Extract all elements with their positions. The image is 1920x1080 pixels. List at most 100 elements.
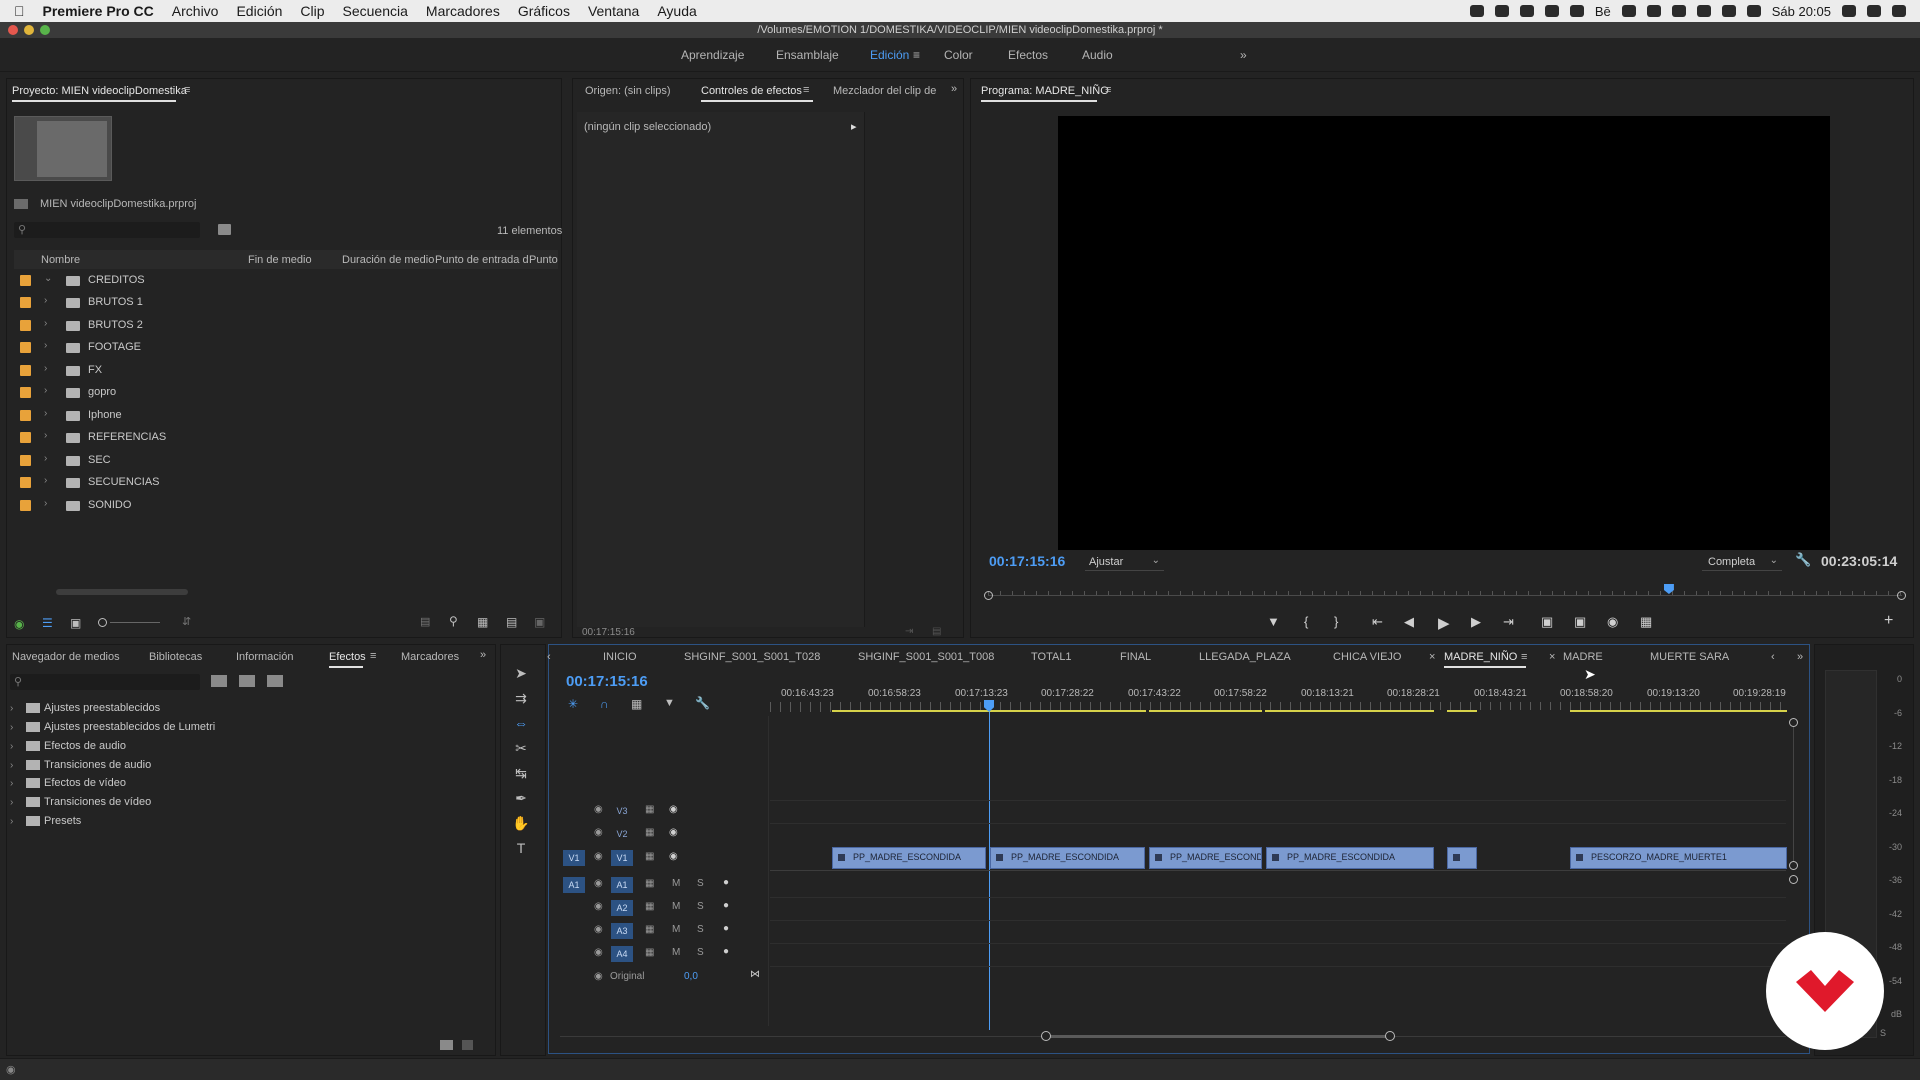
track-a1[interactable]: A1	[611, 877, 633, 893]
chevron-right-icon[interactable]: ›	[44, 295, 47, 306]
zoom-handle-right[interactable]	[1385, 1031, 1395, 1041]
sequence-menu-icon[interactable]: ≡	[1521, 651, 1527, 663]
effects-search-input[interactable]: ⚲	[10, 674, 200, 690]
vscroll-handle[interactable]	[1789, 875, 1798, 884]
sync-lock-icon[interactable]: ▦	[645, 924, 654, 935]
tab-marcadores[interactable]: Marcadores	[401, 651, 459, 663]
tab-informacion[interactable]: Información	[236, 651, 293, 663]
solo-button[interactable]: S	[697, 878, 704, 889]
new-item-icon[interactable]: ▤	[506, 615, 517, 629]
microphone-icon[interactable]: ●	[723, 900, 729, 911]
chevron-right-icon[interactable]: ›	[44, 363, 47, 374]
effect-controls-menu-icon[interactable]: ≡	[803, 84, 809, 96]
workspace-audio[interactable]: Audio	[1082, 48, 1113, 62]
alert-icon[interactable]	[1621, 5, 1636, 17]
tab-shginf-t008[interactable]: SHGINF_S001_S001_T008	[858, 651, 994, 663]
sync-lock-icon[interactable]: ▦	[645, 947, 654, 958]
razor-tool-icon[interactable]: ✂	[512, 739, 530, 757]
button-editor-add-icon[interactable]: +	[1884, 612, 1893, 630]
track-a3[interactable]: A3	[611, 923, 633, 939]
find-icon[interactable]: ⚲	[449, 614, 458, 628]
slip-tool-icon[interactable]: ↹	[512, 764, 530, 782]
go-to-edit-point-icon[interactable]: ⋈	[750, 969, 760, 980]
airplay-icon[interactable]	[1721, 5, 1736, 17]
new-custom-bin-icon[interactable]	[440, 1040, 453, 1050]
go-to-out-icon[interactable]: ⇥	[1503, 614, 1514, 630]
project-menu-icon[interactable]: ≡	[184, 84, 190, 96]
wrench-icon[interactable]: 🔧	[1795, 552, 1811, 568]
source-patch-a1[interactable]: A1	[563, 877, 585, 893]
filter-icon[interactable]: ⇥	[905, 626, 913, 637]
vscroll-handle[interactable]	[1789, 861, 1798, 870]
trash-icon[interactable]: ▣	[534, 615, 545, 629]
video-clip[interactable]: PP_MADRE_ESCONDI	[1149, 847, 1262, 869]
video-clip[interactable]: PP_MADRE_ESCONDIDA	[832, 847, 986, 869]
out-handle[interactable]	[1897, 591, 1906, 600]
zoom-slider[interactable]	[110, 622, 160, 623]
col-fin-medio[interactable]: Fin de medio	[248, 254, 312, 266]
list-item[interactable]: › FOOTAGE	[14, 337, 554, 359]
message-icon[interactable]	[1646, 5, 1661, 17]
lock-track-icon[interactable]: ◉	[594, 947, 603, 958]
list-item[interactable]: › Efectos de vídeo	[10, 776, 490, 795]
chevron-right-icon[interactable]: ›	[10, 760, 13, 771]
tab-total1[interactable]: TOTAL1	[1031, 651, 1072, 663]
chevron-right-icon[interactable]: ›	[10, 797, 13, 808]
track-v3[interactable]: V3	[611, 803, 633, 819]
list-view-icon[interactable]: ☰	[42, 616, 53, 630]
col-punto[interactable]: Punto	[529, 254, 558, 266]
info-icon[interactable]	[1519, 5, 1534, 17]
workspace-efectos[interactable]: Efectos	[1008, 48, 1048, 62]
list-item[interactable]: › SECUENCIAS	[14, 472, 554, 494]
lock-track-icon[interactable]: ◉	[594, 804, 603, 815]
menu-secuencia[interactable]: Secuencia	[343, 3, 408, 19]
track-select-tool-icon[interactable]: ⇉	[512, 689, 530, 707]
tab-madre-nino[interactable]: MADRE_NIÑO	[1444, 651, 1517, 663]
new-bin-icon[interactable]: ▦	[477, 615, 488, 629]
list-item[interactable]: › Ajustes preestablecidos	[10, 701, 490, 720]
mute-button[interactable]: M	[672, 947, 680, 958]
close-tab-icon[interactable]: ×	[1429, 651, 1435, 663]
chevron-right-icon[interactable]: ›	[10, 778, 13, 789]
solo-button[interactable]: S	[697, 947, 704, 958]
delete-icon[interactable]	[462, 1040, 473, 1050]
zoom-handle-left[interactable]	[1041, 1031, 1051, 1041]
chevron-right-icon[interactable]: ›	[44, 408, 47, 419]
track-v2[interactable]: V2	[611, 826, 633, 842]
video-clip[interactable]: PP_MADRE_ESCONDIDA	[990, 847, 1145, 869]
mark-in-icon[interactable]: {	[1304, 614, 1308, 629]
play-icon[interactable]: ▶	[1438, 614, 1450, 632]
automate-to-sequence-icon[interactable]: ▤	[420, 615, 430, 628]
tab-origen[interactable]: Origen: (sin clips)	[585, 85, 671, 97]
lock-track-icon[interactable]: ◉	[594, 901, 603, 912]
menu-clip[interactable]: Clip	[300, 3, 324, 19]
comparison-view-icon[interactable]: ▦	[1640, 614, 1652, 630]
step-forward-icon[interactable]: ▶	[1471, 614, 1481, 630]
col-nombre[interactable]: Nombre	[41, 254, 80, 266]
lock-track-icon[interactable]: ◉	[594, 924, 603, 935]
volume-icon[interactable]	[1746, 5, 1761, 17]
menu-archivo[interactable]: Archivo	[172, 3, 219, 19]
chevron-right-icon[interactable]: ›	[44, 318, 47, 329]
mute-button[interactable]: M	[672, 878, 680, 889]
col-punto-entrada[interactable]: Punto de entrada d	[435, 254, 529, 266]
sync-lock-icon[interactable]: ▦	[645, 827, 654, 838]
program-tab[interactable]: Programa: MADRE_NIÑO	[981, 85, 1109, 97]
project-thumbnail[interactable]	[14, 116, 112, 181]
bluetooth-icon[interactable]	[1671, 5, 1686, 17]
add-marker-icon[interactable]: ▼	[664, 697, 675, 709]
selection-tool-icon[interactable]: ➤	[512, 664, 530, 682]
add-marker-icon[interactable]: ▼	[1267, 614, 1280, 629]
list-item[interactable]: › SONIDO	[14, 495, 554, 517]
close-window-button[interactable]	[8, 25, 18, 35]
list-item[interactable]: › BRUTOS 2	[14, 315, 554, 337]
sync-lock-icon[interactable]: ▦	[645, 804, 654, 815]
solo-button[interactable]: S	[697, 924, 704, 935]
program-scrubber[interactable]	[984, 584, 1906, 604]
apple-icon[interactable]: 	[14, 3, 25, 19]
lock-track-icon[interactable]: ◉	[594, 851, 603, 862]
lock-track-icon[interactable]: ◉	[594, 971, 603, 982]
video-clip[interactable]: PESCORZO_MADRE_MUERTE1	[1570, 847, 1787, 869]
menu-ayuda[interactable]: Ayuda	[657, 3, 696, 19]
menu-marcadores[interactable]: Marcadores	[426, 3, 500, 19]
